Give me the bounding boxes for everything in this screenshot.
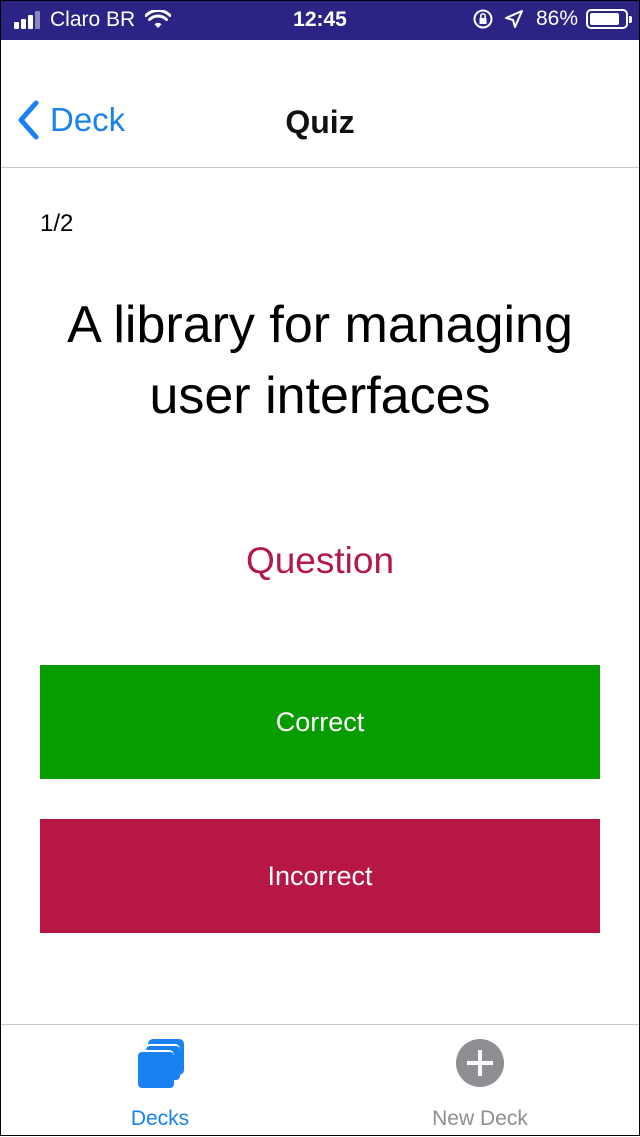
location-arrow-icon	[504, 10, 523, 28]
tab-bar: Decks New Deck	[0, 1024, 640, 1137]
battery-percent: 86%	[535, 7, 578, 30]
card-counter: 1/2	[40, 210, 74, 237]
tab-decks[interactable]: Decks	[0, 1025, 320, 1137]
tab-decks-label: Decks	[130, 1107, 190, 1130]
page-title: Quiz	[285, 104, 355, 140]
tab-new-deck-label: New Deck	[432, 1107, 528, 1130]
status-bar: Claro BR 12:45 86%	[0, 0, 640, 40]
incorrect-button[interactable]: Incorrect	[40, 819, 600, 933]
tab-new-deck[interactable]: New Deck	[320, 1025, 640, 1137]
orientation-lock-icon	[473, 9, 493, 29]
correct-button[interactable]: Correct	[40, 665, 600, 779]
plus-circle-icon	[456, 1039, 504, 1087]
navigation-bar: Deck Quiz	[0, 40, 640, 168]
show-question-toggle[interactable]: Question	[0, 540, 640, 582]
status-bar-right: 86%	[472, 7, 632, 31]
card-text: A library for managing user interfaces	[67, 296, 573, 425]
battery-icon	[586, 9, 632, 29]
stacked-cards-icon	[136, 1039, 184, 1088]
